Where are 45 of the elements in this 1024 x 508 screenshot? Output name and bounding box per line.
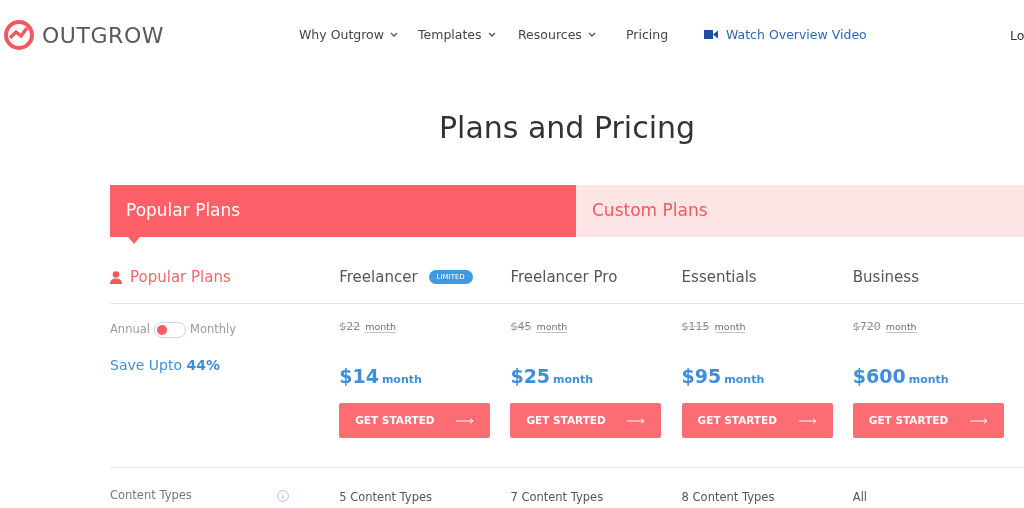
nav-link[interactable]: Pricing	[626, 26, 669, 45]
user-icon	[110, 270, 122, 284]
plan-name: Essentials	[681, 266, 757, 288]
nav-link[interactable]: Resources	[518, 26, 596, 45]
tab-pointer-icon	[128, 237, 140, 244]
price: $95	[681, 363, 722, 389]
price-unit: month	[553, 371, 594, 388]
price-unit: month	[724, 371, 765, 388]
chevron-down-icon	[487, 32, 496, 39]
feature-label: Content Types	[110, 487, 193, 505]
savings-text: Save Upto 44%	[110, 356, 221, 376]
price: $25	[510, 363, 551, 389]
login-link[interactable]: Lo	[1010, 27, 1024, 46]
price: $14	[339, 363, 379, 389]
arrow-right-icon	[969, 417, 988, 424]
arrow-right-icon	[798, 417, 817, 424]
plan-name: Freelancer Pro	[510, 266, 618, 288]
chevron-down-icon	[390, 32, 398, 39]
price-unit: month	[381, 371, 422, 388]
billing-label: Monthly	[190, 321, 237, 338]
old-price-unit: month	[536, 321, 568, 333]
billing-label: Annual	[110, 321, 150, 338]
feature-value: 8 Content Types	[681, 490, 775, 504]
old-price-unit: month	[714, 321, 746, 333]
plan-name: Business	[852, 266, 919, 288]
logo-icon	[2, 18, 36, 52]
info-icon	[277, 490, 289, 502]
nav-link[interactable]: Why Outgrow	[299, 26, 398, 45]
old-price-unit: month	[365, 321, 397, 333]
price: $600	[852, 363, 906, 389]
section-heading: Popular Plans	[130, 266, 231, 288]
logo-text: OUTGROW	[42, 21, 165, 50]
feature-value: All	[852, 490, 868, 504]
plan-name: Freelancer	[339, 266, 418, 288]
page-title: Plans and Pricing	[437, 109, 697, 147]
watch-video-link[interactable]: Watch Overview Video	[726, 26, 867, 45]
nav-link[interactable]: Templates	[418, 26, 496, 45]
feature-value: 7 Content Types	[510, 490, 604, 504]
video-camera-icon	[704, 30, 718, 39]
feature-value: 5 Content Types	[339, 490, 432, 504]
arrow-right-icon	[627, 417, 646, 424]
chevron-down-icon	[587, 32, 596, 39]
old-price-unit: month	[885, 321, 917, 333]
price-unit: month	[908, 371, 949, 388]
arrow-right-icon	[456, 417, 475, 424]
